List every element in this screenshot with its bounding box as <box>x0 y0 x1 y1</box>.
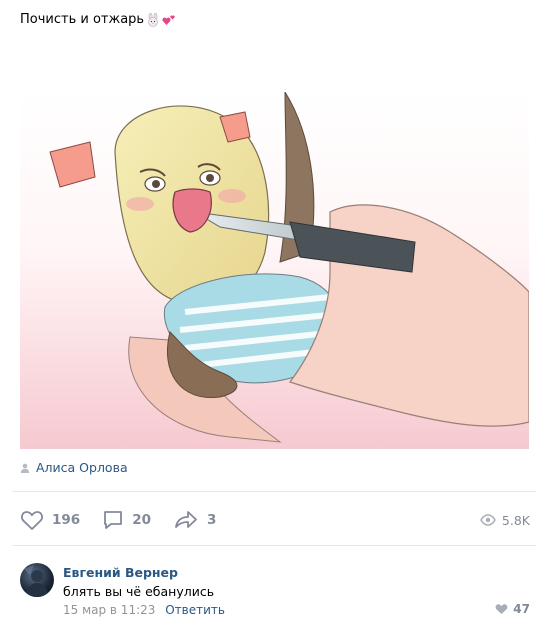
heart-icon <box>21 511 43 530</box>
two-hearts-icon <box>162 13 176 27</box>
like-count: 196 <box>52 512 81 528</box>
user-icon <box>20 463 30 473</box>
share-button[interactable]: 3 <box>173 509 216 531</box>
like-button[interactable]: 196 <box>20 509 80 531</box>
comment-meta: 15 мар в 11:23 Ответить <box>63 603 225 617</box>
image-author[interactable]: Алиса Орлова <box>20 460 128 475</box>
comment-author[interactable]: Евгений Вернер <box>63 565 178 580</box>
reply-button[interactable]: Ответить <box>165 603 225 617</box>
share-count: 3 <box>206 512 217 528</box>
heart-icon <box>495 604 508 614</box>
comment-text: блять вы чё ебанулись <box>63 584 215 599</box>
comment-date[interactable]: 15 мар в 11:23 <box>63 603 155 617</box>
comment-button[interactable]: 20 <box>102 509 151 531</box>
comment-like-button[interactable]: 47 <box>495 602 530 616</box>
post-text-content: Почисть и отжарь <box>20 12 145 27</box>
avatar[interactable] <box>20 563 54 597</box>
eye-icon <box>480 514 496 526</box>
post-text: Почисть и отжарь <box>20 12 176 27</box>
views-counter: 5.8K <box>480 513 530 528</box>
image-author-name[interactable]: Алиса Орлова <box>36 460 128 475</box>
share-icon <box>175 511 197 528</box>
comment-icon <box>104 511 123 529</box>
views-count: 5.8K <box>501 512 530 528</box>
avatar-image <box>24 565 49 597</box>
comment-like-count: 47 <box>513 602 530 616</box>
post-actions: 196 20 3 5.8K <box>20 508 530 532</box>
comment-count: 20 <box>132 512 151 528</box>
divider <box>12 491 536 492</box>
potato-illustration <box>20 92 529 449</box>
post-image[interactable] <box>20 92 529 449</box>
rabbit-face-icon <box>146 12 160 27</box>
divider <box>12 545 536 546</box>
